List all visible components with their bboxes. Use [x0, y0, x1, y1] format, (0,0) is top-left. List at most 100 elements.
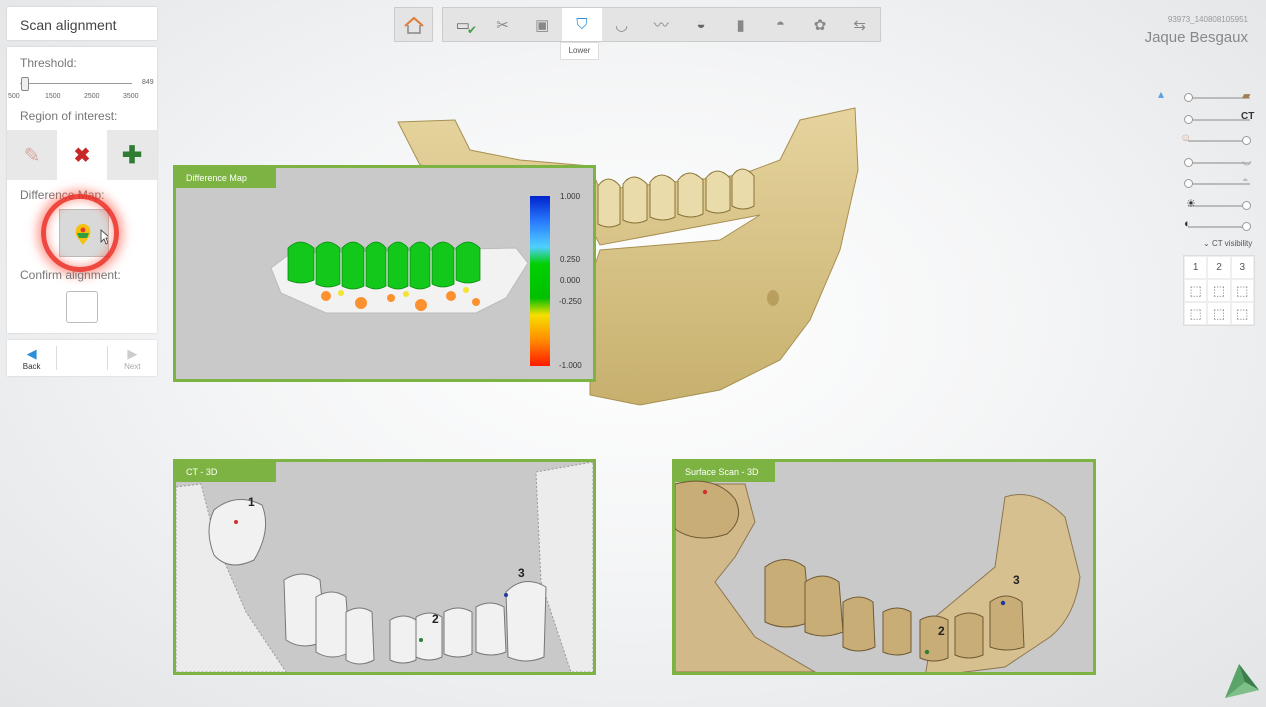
landmark-label: 3 — [518, 566, 525, 580]
contrast-slider-row: ◐ — [1156, 215, 1256, 237]
arrow-right-icon: ▶ — [127, 345, 138, 361]
threshold-tick: 500 — [8, 93, 20, 100]
difference-map-viewport[interactable]: Difference Map 1.000 0.250 0.000 -0.250 … — [173, 165, 596, 382]
slider-track[interactable] — [1188, 204, 1250, 207]
threshold-label: Threshold: — [20, 56, 77, 70]
face-slider-row: ☺ — [1156, 129, 1256, 151]
export-icon: ⇆ — [853, 16, 866, 34]
next-button[interactable]: ▶ Next — [108, 340, 157, 376]
ct-teeth-model — [176, 462, 593, 672]
slider-thumb[interactable] — [1184, 114, 1193, 124]
slider-thumb[interactable] — [1184, 179, 1193, 188]
slider-track[interactable] — [1188, 226, 1250, 228]
threshold-slider-thumb[interactable] — [21, 77, 30, 91]
app-logo-icon — [1225, 664, 1259, 698]
step-implant[interactable]: ▮ — [721, 8, 761, 41]
roi-add-button[interactable]: ✚ — [107, 130, 157, 180]
opacity-slider-row: ▰ — [1156, 86, 1256, 108]
back-button[interactable]: ◀ Back — [7, 340, 56, 376]
crown-icon: ◒ — [696, 16, 706, 33]
guide-icon: ✿ — [813, 16, 827, 34]
next-label: Next — [124, 361, 141, 371]
roi-erase-button[interactable]: ✎ — [7, 130, 57, 180]
step-tooltip: Lower — [560, 42, 599, 60]
colorbar-label: -0.250 — [559, 297, 582, 306]
ct-slider-row: CT — [1156, 108, 1256, 130]
slider-track[interactable] — [1188, 183, 1250, 185]
step-lower[interactable]: ⛉ — [562, 8, 602, 41]
difference-colorbar — [530, 196, 550, 366]
view-left-button[interactable]: ⬚ — [1207, 279, 1231, 302]
add-plus-icon: ✚ — [121, 141, 143, 169]
panel-title: Scan alignment — [20, 17, 117, 33]
crown-slider-row: ◓ — [1156, 172, 1256, 194]
slider-thumb[interactable] — [1242, 200, 1251, 210]
landmark-label: 2 — [938, 624, 945, 638]
cube-view-icon: ⬚ — [1212, 305, 1226, 321]
view-layout-1[interactable]: 1 — [1184, 256, 1208, 279]
threshold-slider[interactable] — [20, 83, 132, 84]
view-top-button[interactable]: ⬚ — [1184, 302, 1208, 325]
ct-visibility-label: CT visibility — [1211, 239, 1253, 248]
slider-thumb[interactable] — [1184, 157, 1193, 167]
landmark-label: 3 — [1013, 573, 1020, 587]
view-layout-2[interactable]: 2 — [1207, 256, 1231, 279]
home-icon — [403, 16, 424, 34]
threshold-value: 849 — [142, 79, 154, 86]
tooth-slider-row: ◡ — [1156, 151, 1256, 173]
surface-scan-viewport[interactable]: Surface Scan - 3D 2 3 — [672, 459, 1096, 675]
step-model[interactable]: ▣ — [522, 8, 562, 41]
colorbar-label: 0.000 — [560, 276, 581, 285]
view-bottom-button[interactable]: ⬚ — [1207, 302, 1231, 325]
jaw-model-icon: ▰ — [1242, 90, 1251, 102]
ct-label: CT — [1241, 110, 1255, 122]
view-right-button[interactable]: ⬚ — [1230, 279, 1254, 302]
ct-3d-viewport[interactable]: CT - 3D 1 2 3 — [173, 459, 596, 675]
step-crown[interactable]: ◒ — [681, 8, 721, 41]
crown-icon: ◓ — [1242, 175, 1249, 187]
slider-thumb[interactable] — [1242, 222, 1251, 231]
surface-scan-model — [675, 480, 1081, 672]
back-label: Back — [22, 361, 41, 371]
step-export[interactable]: ⇆ — [840, 8, 880, 41]
roi-toolbar: ✎ ✖ ✚ — [7, 130, 157, 180]
slider-thumb[interactable] — [1184, 93, 1193, 102]
view-back-button[interactable]: ⬚ — [1230, 302, 1254, 325]
arch-icon: ◡ — [615, 16, 629, 34]
title-panel: Scan alignment — [7, 7, 157, 40]
roi-label: Region of interest: — [20, 109, 118, 123]
step-abutment[interactable]: ◓ — [761, 8, 801, 41]
colorbar-label: 1.000 — [560, 192, 581, 201]
colorbar-label: 0.250 — [560, 255, 581, 264]
confirm-alignment-checkbox[interactable] — [66, 291, 98, 323]
cube-view-icon: ⬚ — [1189, 282, 1202, 298]
brightness-slider-row: ☀ — [1156, 194, 1256, 216]
slider-track[interactable] — [1188, 97, 1250, 99]
step-scanner[interactable]: ▭ ✔ — [443, 8, 483, 41]
model-icon: ▣ — [535, 16, 550, 34]
colorbar-label: -1.000 — [559, 361, 582, 370]
step-molar-cut[interactable]: ✂ — [483, 8, 523, 41]
view-selector: 1 2 3 ⬚ ⬚ ⬚ ⬚ ⬚ ⬚ — [1183, 255, 1255, 326]
step-guide[interactable]: ✿ — [800, 8, 840, 41]
home-button[interactable] — [403, 16, 425, 34]
patient-name: Jaque Besgaux — [1144, 29, 1248, 46]
home-toolbar — [394, 7, 433, 42]
alignment-controls-panel: Threshold: 849 500 1500 2500 3500 Region… — [7, 47, 157, 333]
remove-x-icon: ✖ — [73, 144, 91, 167]
tooth-outline-icon: ◡ — [1242, 154, 1252, 167]
cube-view-icon: ⬚ — [1236, 282, 1249, 298]
step-gingiva[interactable]: 〰 — [641, 8, 681, 41]
slider-thumb[interactable] — [1242, 136, 1251, 145]
view-layout-3[interactable]: 3 — [1230, 256, 1254, 279]
slider-track[interactable] — [1188, 161, 1250, 164]
confirm-label: Confirm alignment: — [20, 268, 121, 282]
view-front-button[interactable]: ⬚ — [1184, 279, 1208, 302]
lower-jaw-tooth-icon: ⛉ — [576, 16, 588, 33]
slider-track[interactable] — [1188, 140, 1250, 142]
erase-icon: ✎ — [23, 144, 41, 167]
step-arch[interactable]: ◡ — [602, 8, 642, 41]
navigation-panel: ◀ Back ▶ Next — [7, 340, 157, 376]
ct-visibility-toggle[interactable]: ⌄ CT visibility — [1203, 239, 1252, 248]
roi-remove-button[interactable]: ✖ — [57, 130, 107, 180]
